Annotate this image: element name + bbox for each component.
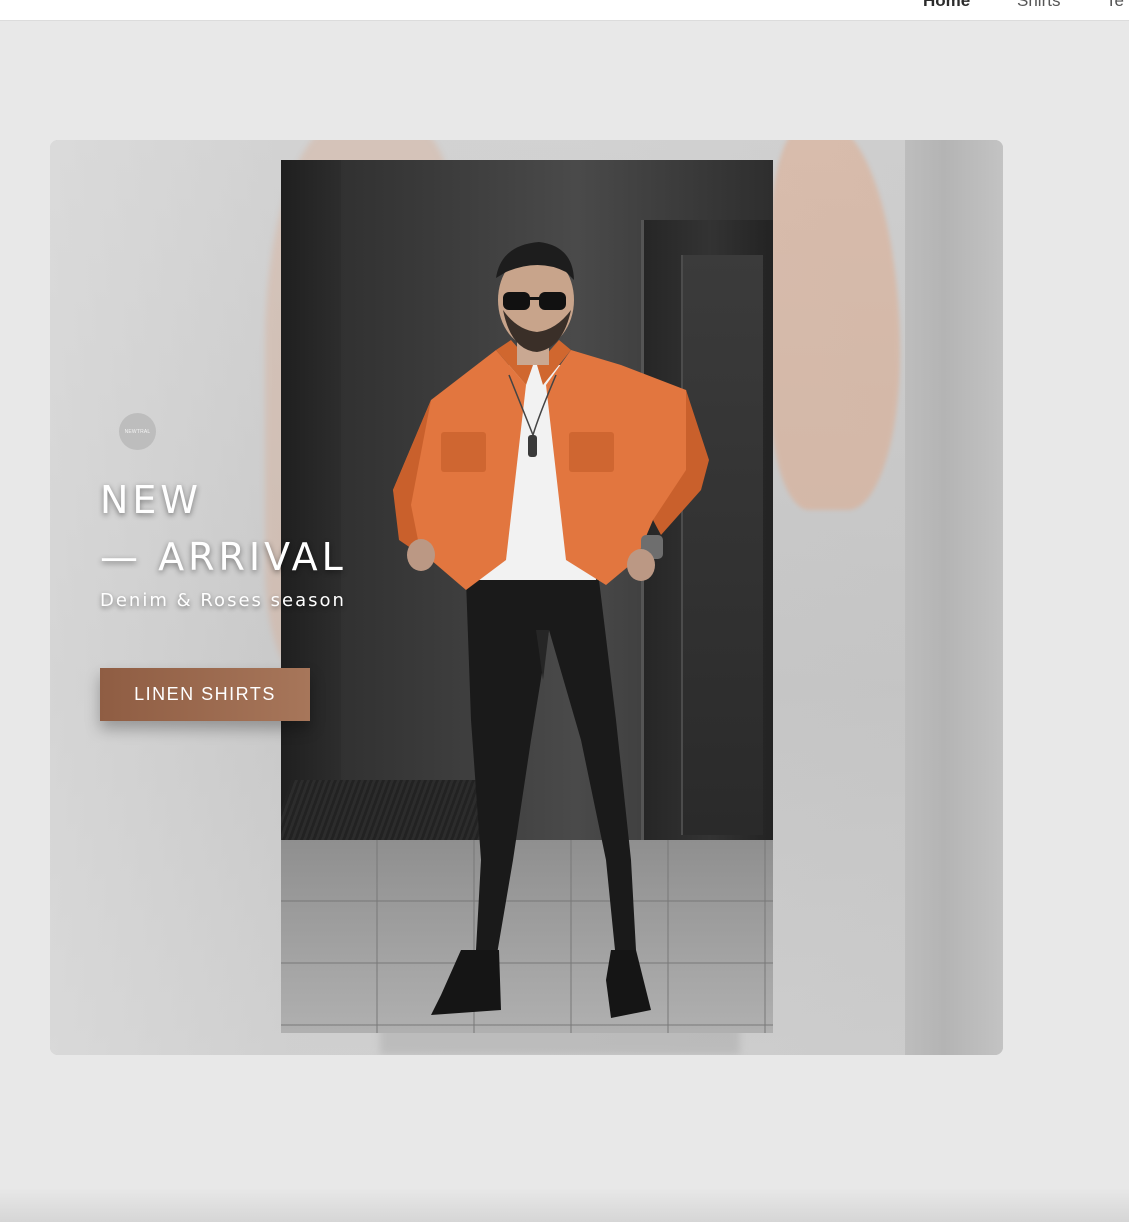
brand-logo-text: NEWTRAL [124, 428, 151, 435]
nav-link-tees[interactable]: Te [1106, 0, 1124, 12]
hero-model-photo [281, 160, 773, 1033]
hero-headline-line1: NEW [100, 478, 203, 522]
bottom-fade [0, 1188, 1129, 1222]
hero-background-door [905, 140, 1003, 1055]
nav-link-home[interactable]: Home [923, 0, 970, 12]
hero-subtitle: Denim & Roses season [100, 590, 346, 611]
linen-shirts-button[interactable]: LINEN SHIRTS [100, 668, 310, 721]
hero-headline-line2: — ARRIVAL [100, 535, 347, 579]
brand-logo-icon[interactable]: NEWTRAL [119, 413, 156, 450]
top-navigation-bar: Home Shirts Te [0, 0, 1129, 21]
model-figure [393, 242, 709, 1018]
nav-link-shirts[interactable]: Shirts [1017, 0, 1060, 12]
